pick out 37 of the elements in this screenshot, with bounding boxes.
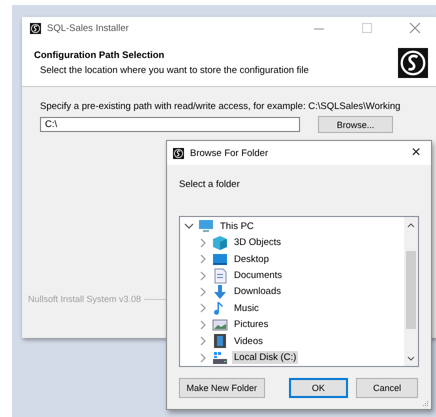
window-title: SQL-Sales Installer xyxy=(47,23,130,34)
folder-item[interactable]: 3D Objects xyxy=(232,236,283,250)
instruction-text: Specify a pre-existing path with read/write access, for example: C:\SQLSales\Working xyxy=(40,101,402,112)
folder-item[interactable]: Videos xyxy=(232,334,265,348)
pictures-icon xyxy=(212,316,228,333)
dialog-button[interactable]: Cancel xyxy=(356,378,418,398)
folder-item[interactable]: Downloads xyxy=(232,285,283,298)
folder-item[interactable]: Documents xyxy=(232,269,284,282)
cube-icon xyxy=(212,234,228,251)
chevron-icon[interactable] xyxy=(184,221,194,232)
folder-item[interactable]: Music xyxy=(232,302,261,315)
path-field[interactable]: C:\ xyxy=(40,117,300,132)
dialog-title: Browse For Folder xyxy=(190,148,270,158)
download-icon xyxy=(212,284,228,300)
desktop-icon xyxy=(212,251,228,268)
app-icon xyxy=(173,148,184,158)
document-icon xyxy=(212,268,228,284)
folder-item[interactable]: Local Disk (C:) xyxy=(232,351,298,364)
disk-icon xyxy=(212,350,228,366)
dialog-button[interactable]: OK xyxy=(288,378,348,398)
app-icon xyxy=(30,23,41,34)
dialog-button[interactable]: Make New Folder xyxy=(179,378,265,398)
scroll-up-icon[interactable] xyxy=(407,221,415,229)
scroll-down-icon[interactable] xyxy=(407,355,415,363)
video-icon xyxy=(212,333,228,350)
prompt-text: Select a folder xyxy=(179,179,241,190)
browse-button[interactable]: Browse... xyxy=(318,116,393,133)
folder-item[interactable]: Desktop xyxy=(232,252,271,266)
header-subtitle: Select the location where you want to store the configuration file xyxy=(39,65,310,76)
folder-item[interactable]: Pictures xyxy=(232,318,270,332)
branding-text: Nullsoft Install System v3.08 xyxy=(28,294,142,304)
scrollbar[interactable] xyxy=(404,217,418,366)
pc-icon xyxy=(198,218,214,234)
logo-icon xyxy=(398,48,428,78)
header-title: Configuration Path Selection xyxy=(34,50,166,61)
folder-item[interactable]: This PC xyxy=(218,220,256,233)
close-button[interactable]: × xyxy=(401,144,431,162)
